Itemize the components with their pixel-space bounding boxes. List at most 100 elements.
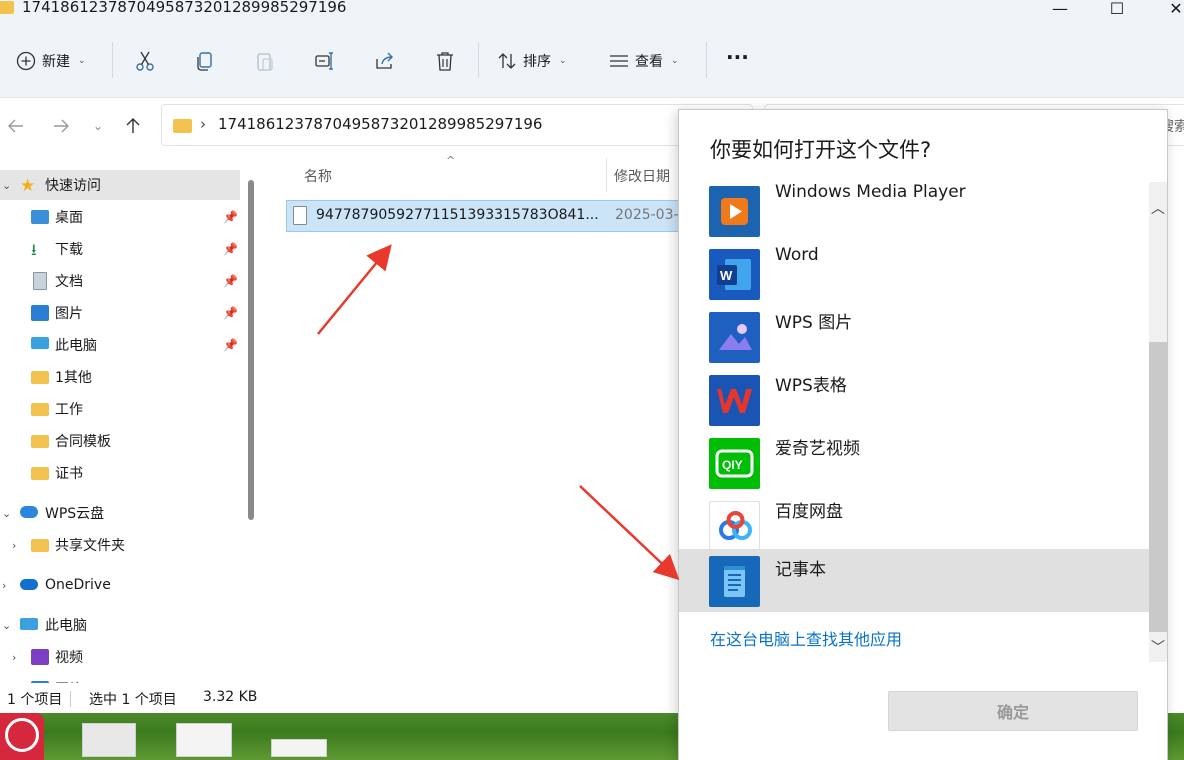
file-row[interactable]: 94778790592771151393315783O841... 2025-0… bbox=[286, 200, 686, 232]
app-name: 记事本 bbox=[775, 560, 826, 580]
sort-icon bbox=[498, 53, 516, 69]
column-header-modified[interactable]: 修改日期 bbox=[614, 166, 670, 186]
sidebar-item-wps-cloud[interactable]: ⌄ WPS云盘 bbox=[0, 498, 240, 528]
share-button[interactable] bbox=[374, 46, 396, 76]
app-option-iqiyi[interactable]: QIY 爱奇艺视频 bbox=[679, 428, 1149, 491]
more-options-button[interactable]: ··· bbox=[726, 42, 749, 72]
app-option-notepad[interactable]: 记事本 bbox=[679, 549, 1149, 612]
scrollbar-thumb[interactable] bbox=[1149, 342, 1167, 632]
share-icon bbox=[376, 52, 393, 69]
pin-icon: 📌 bbox=[223, 338, 238, 352]
back-button[interactable] bbox=[4, 114, 28, 138]
sidebar-item-folder-contracts[interactable]: 合同模板 bbox=[0, 426, 240, 456]
sidebar-label: 视频 bbox=[55, 650, 83, 666]
download-icon: ⭳ bbox=[31, 240, 37, 259]
rename-button[interactable] bbox=[314, 46, 336, 76]
sidebar-item-videos[interactable]: › 视频 bbox=[0, 642, 240, 672]
sidebar-item-desktop[interactable]: 桌面 📌 bbox=[0, 202, 240, 232]
rename-icon bbox=[315, 52, 333, 70]
new-label: 新建 bbox=[42, 54, 70, 70]
video-icon bbox=[31, 649, 49, 665]
recent-locations-button[interactable]: ⌄ bbox=[86, 114, 110, 138]
chevron-down-icon: ⌄ bbox=[78, 56, 86, 66]
taskbar-thumbnail[interactable] bbox=[271, 739, 327, 757]
sidebar-item-pictures[interactable]: 图片 📌 bbox=[0, 298, 240, 328]
sidebar-item-documents[interactable]: 文档 📌 bbox=[0, 266, 240, 296]
find-other-apps-link[interactable]: 在这台电脑上查找其他应用 bbox=[710, 626, 902, 650]
folder-icon bbox=[31, 403, 49, 416]
wps-spreadsheet-icon bbox=[709, 375, 760, 426]
address-bar[interactable]: › 1741861237870495873201289985297196 bbox=[161, 104, 753, 146]
breadcrumb-separator-icon: › bbox=[200, 115, 206, 133]
cloud-icon bbox=[20, 506, 38, 518]
navigation-pane: ⌄ ★ 快速访问 桌面 📌 ⭳ 下载 📌 文档 📌 图片 📌 此电脑 📌 1其他… bbox=[0, 158, 262, 683]
cut-button[interactable] bbox=[134, 46, 156, 76]
sidebar-scrollbar[interactable] bbox=[248, 180, 254, 520]
minimize-button[interactable]: — bbox=[1040, 0, 1080, 20]
arrow-left-icon bbox=[8, 119, 23, 133]
sort-button[interactable]: 排序 ⌄ bbox=[497, 46, 567, 76]
taskbar-thumbnail[interactable] bbox=[82, 723, 136, 757]
pin-icon: 📌 bbox=[223, 210, 238, 224]
paste-button[interactable] bbox=[254, 46, 276, 76]
pictures-icon bbox=[31, 305, 49, 321]
app-option-wps-pictures[interactable]: WPS 图片 bbox=[679, 302, 1149, 365]
sidebar-item-folder-other[interactable]: 1其他 bbox=[0, 362, 240, 392]
column-divider[interactable] bbox=[606, 158, 607, 192]
taskbar-thumbnail[interactable] bbox=[176, 723, 232, 757]
pin-icon: 📌 bbox=[223, 306, 238, 320]
forward-button[interactable] bbox=[49, 114, 73, 138]
sidebar-item-folder-certificates[interactable]: 证书 bbox=[0, 458, 240, 488]
chevron-down-icon: ⌄ bbox=[2, 506, 12, 520]
status-divider bbox=[70, 691, 71, 707]
toolbar-divider bbox=[112, 42, 113, 78]
sidebar-label: WPS云盘 bbox=[45, 506, 105, 522]
sidebar-item-onedrive[interactable]: › OneDrive bbox=[0, 570, 240, 600]
sidebar-item-folder-work[interactable]: 工作 bbox=[0, 394, 240, 424]
app-option-windows-media-player[interactable]: Windows Media Player bbox=[679, 182, 1149, 239]
app-option-word[interactable]: W Word bbox=[679, 239, 1149, 302]
open-with-dialog: 你要如何打开这个文件? Windows Media Player W Word … bbox=[678, 109, 1168, 760]
chevron-down-icon[interactable]: ﹀ bbox=[1151, 637, 1165, 657]
window-title: 1741861237870495873201289985297196 bbox=[22, 0, 347, 16]
shared-folder-icon bbox=[31, 539, 49, 552]
iqiyi-icon: QIY bbox=[709, 438, 760, 489]
folder-icon bbox=[31, 435, 49, 448]
chevron-down-icon: ⌄ bbox=[92, 119, 104, 133]
sidebar-item-quick-access[interactable]: ⌄ ★ 快速访问 bbox=[0, 170, 240, 200]
selection-count: 选中 1 个项目 bbox=[89, 692, 177, 708]
sidebar-label: 此电脑 bbox=[55, 338, 97, 354]
title-bar: 1741861237870495873201289985297196 — ☐ ✕ bbox=[0, 0, 1184, 20]
copy-button[interactable] bbox=[194, 46, 216, 76]
taskbar-app-icon[interactable] bbox=[0, 713, 44, 760]
chevron-up-icon[interactable]: ︿ bbox=[1151, 198, 1165, 218]
sidebar-item-partial[interactable]: › 图片 bbox=[0, 674, 240, 683]
column-header-name[interactable]: 名称 bbox=[304, 166, 332, 186]
chevron-down-icon: ⌄ bbox=[671, 56, 679, 66]
wps-pictures-icon bbox=[709, 312, 760, 363]
file-list: ^ 名称 修改日期 94778790592771151393315783O841… bbox=[262, 154, 686, 683]
sidebar-label: 1其他 bbox=[55, 370, 92, 386]
sidebar-item-this-pc[interactable]: ⌄ 此电脑 bbox=[0, 610, 240, 640]
app-option-baidu-netdisk[interactable]: 百度网盘 bbox=[679, 491, 1149, 554]
sidebar-item-this-pc-pinned[interactable]: 此电脑 📌 bbox=[0, 330, 240, 360]
more-icon: ··· bbox=[726, 45, 749, 69]
new-button[interactable]: 新建 ⌄ bbox=[16, 46, 86, 76]
folder-icon bbox=[31, 467, 49, 480]
ok-button[interactable]: 确定 bbox=[888, 691, 1138, 731]
chevron-right-icon: › bbox=[12, 538, 17, 552]
sidebar-label: 文档 bbox=[55, 274, 83, 290]
maximize-button[interactable]: ☐ bbox=[1097, 0, 1137, 20]
command-bar: 新建 ⌄ 排序 ⌄ 查看 ⌄ ··· bbox=[0, 20, 1184, 98]
app-option-wps-spreadsheet[interactable]: WPS表格 bbox=[679, 365, 1149, 428]
sidebar-label: OneDrive bbox=[45, 577, 111, 593]
selection-size: 3.32 KB bbox=[203, 689, 258, 705]
close-button[interactable]: ✕ bbox=[1156, 0, 1184, 20]
sidebar-item-downloads[interactable]: ⭳ 下载 📌 bbox=[0, 234, 240, 264]
breadcrumb[interactable]: 1741861237870495873201289985297196 bbox=[218, 115, 542, 133]
delete-button[interactable] bbox=[434, 46, 456, 76]
up-button[interactable] bbox=[121, 114, 145, 138]
sidebar-item-shared-folder[interactable]: › 共享文件夹 bbox=[0, 530, 240, 560]
view-button[interactable]: 查看 ⌄ bbox=[609, 46, 679, 76]
dialog-scrollbar[interactable]: ︿ ﹀ bbox=[1149, 182, 1167, 662]
